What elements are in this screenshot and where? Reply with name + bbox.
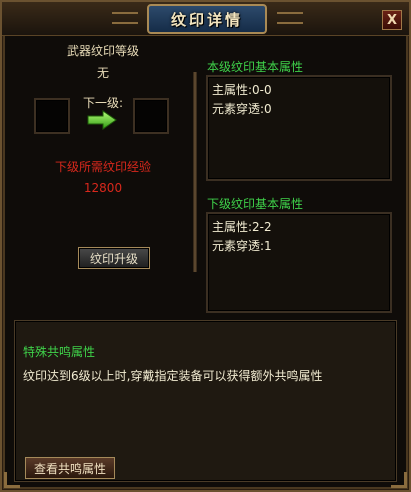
title-bar: 纹印详情 X: [2, 2, 409, 36]
right-arrow-icon: [87, 110, 117, 130]
resonance-description: 纹印达到6级以上时,穿戴指定装备可以获得额外共鸣属性: [23, 369, 323, 383]
current-imprint-slot[interactable]: [34, 98, 70, 134]
weapon-imprint-level-label: 武器纹印等级: [66, 44, 139, 58]
next-level-label: 下一级:: [82, 96, 124, 110]
current-attrs-title: 本级纹印基本属性: [207, 60, 304, 74]
next-element-penetration: 元素穿透:1: [212, 239, 272, 253]
close-button[interactable]: X: [382, 10, 402, 30]
next-attrs-box: 主属性:2-2 元素穿透:1: [206, 212, 392, 313]
required-exp-value: 12800: [83, 181, 123, 195]
imprint-upgrade-button[interactable]: 纹印升级: [78, 247, 150, 269]
window-title: 纹印详情: [147, 4, 267, 34]
next-attrs-title: 下级纹印基本属性: [207, 197, 304, 211]
next-imprint-slot[interactable]: [133, 98, 169, 134]
imprint-detail-window: 纹印详情 X 武器纹印等级 无 下一级: 下级所需纹印经验 12800 纹印升级…: [0, 0, 411, 492]
title-ornament-right: [277, 12, 303, 24]
current-element-penetration: 元素穿透:0: [212, 102, 272, 116]
next-main-attr: 主属性:2-2: [212, 220, 272, 234]
upgrade-panel: 武器纹印等级 无 下一级: 下级所需纹印经验 12800 纹印升级: [14, 40, 192, 312]
current-main-attr: 主属性:0-0: [212, 83, 272, 97]
panel-divider: [193, 72, 197, 272]
view-resonance-button[interactable]: 查看共鸣属性: [25, 457, 115, 479]
resonance-panel: 特殊共鸣属性 纹印达到6级以上时,穿戴指定装备可以获得额外共鸣属性 查看共鸣属性: [14, 320, 397, 482]
current-attrs-box: 主属性:0-0 元素穿透:0: [206, 75, 392, 181]
resonance-title: 特殊共鸣属性: [23, 345, 96, 359]
frame-corner-bottom-right: [391, 472, 407, 488]
weapon-imprint-level-value: 无: [96, 66, 109, 80]
required-exp-label: 下级所需纹印经验: [54, 160, 151, 174]
frame-corner-bottom-left: [4, 472, 20, 488]
title-ornament-left: [112, 12, 138, 24]
close-icon: X: [386, 12, 398, 28]
